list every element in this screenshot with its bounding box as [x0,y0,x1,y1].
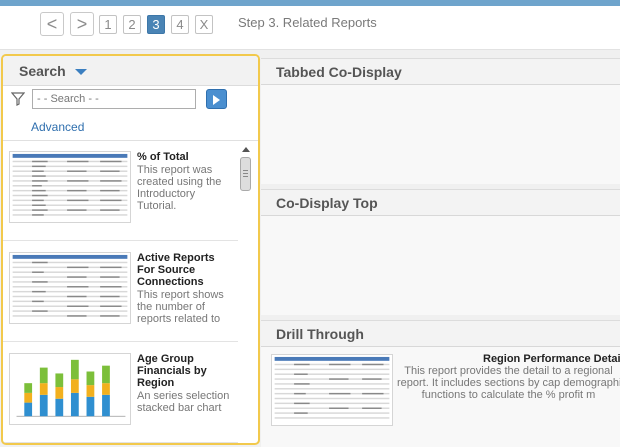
scroll-up-arrow-icon[interactable] [242,147,250,152]
report-title: Active Reports For Source Connections [137,252,215,288]
description-line: report. It includes sections by cap demo… [397,377,620,389]
panel-title: Tabbed Co-Display [276,64,402,80]
forward-button[interactable]: > [70,12,94,36]
report-description: This report was created using the Introd… [137,164,222,212]
filter-icon[interactable] [11,92,25,106]
tabbed-co-display-panel[interactable]: Tabbed Co-Display [261,58,620,184]
advanced-search-link[interactable]: Advanced [31,120,84,134]
step-4-button[interactable]: 4 [171,15,189,34]
drill-report-title[interactable]: Region Performance Detail [483,353,620,365]
step-2-button[interactable]: 2 [123,15,141,34]
report-list-scrollbar[interactable] [239,143,253,443]
list-item[interactable]: Active Reports For Source Connections Th… [3,242,238,342]
search-go-button[interactable] [206,89,227,109]
panel-header: Co-Display Top [261,190,620,216]
arrow-right-icon [213,95,220,105]
description-line: This report provides the detail to a reg… [404,365,613,377]
search-panel: Search Advanced [1,54,260,445]
back-button[interactable]: < [40,12,64,36]
table-thumbnail-icon [271,354,393,426]
search-panel-title: Search [19,63,66,79]
panel-header: Tabbed Co-Display [261,59,620,85]
description-line: functions to calculate the % profit m [421,389,596,401]
report-list: % of Total This report was created using… [3,140,258,443]
wizard-step-bar: < > 1 2 3 4 X Step 3. Related Reports [0,6,620,50]
step-3-button[interactable]: 3 [147,15,165,34]
co-display-top-panel[interactable]: Co-Display Top [261,189,620,315]
drill-report-description: This report provides the detail to a reg… [397,365,620,401]
list-item[interactable]: Age Group Financials by Region An series… [3,343,238,443]
scrollbar-thumb[interactable] [240,157,251,191]
drill-through-panel[interactable]: Drill Through Region Performance Detail … [261,320,620,447]
step-title: Step 3. Related Reports [238,15,377,30]
close-wizard-button[interactable]: X [195,15,213,34]
panel-header: Drill Through [261,321,620,347]
report-title: % of Total [137,151,189,163]
list-item[interactable]: % of Total This report was created using… [3,141,238,241]
search-input[interactable] [32,89,196,109]
report-description: An series selection stacked bar chart [137,390,230,414]
chevron-down-icon[interactable] [75,69,87,75]
panel-title: Co-Display Top [276,195,378,211]
step-1-button[interactable]: 1 [99,15,117,34]
panel-title: Drill Through [276,326,364,342]
search-panel-header[interactable]: Search [3,56,258,86]
table-thumbnail-icon [9,252,131,324]
report-title: Age Group Financials by Region [137,353,207,389]
report-description: This report shows the number of reports … [137,289,224,325]
table-thumbnail-icon [9,151,131,223]
stacked-bar-chart-icon [9,353,131,425]
